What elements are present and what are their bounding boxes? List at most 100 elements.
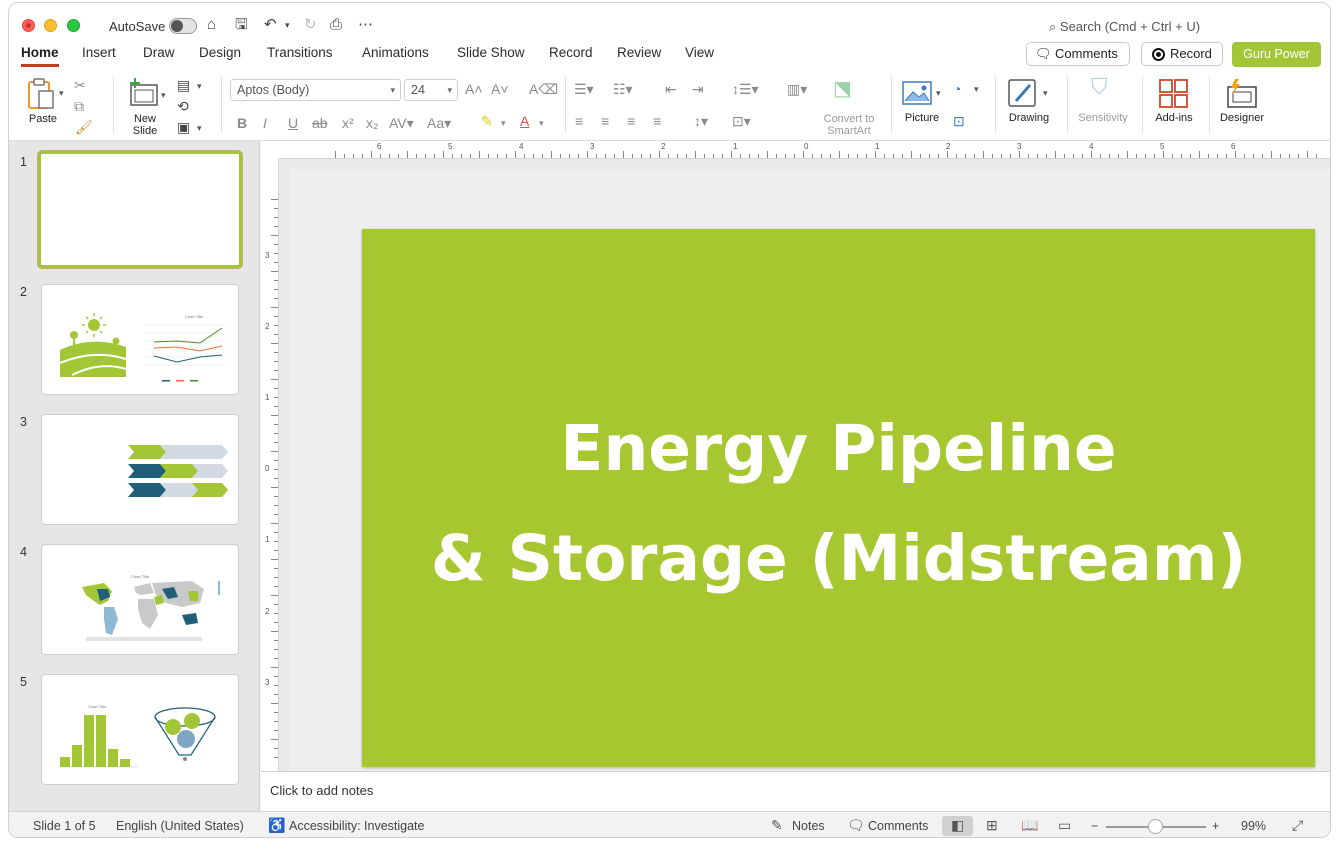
record-button[interactable]: Record bbox=[1141, 42, 1223, 66]
underline-icon[interactable]: U bbox=[288, 115, 298, 131]
redo-icon[interactable]: ↻ bbox=[304, 15, 317, 35]
notes-pane[interactable]: Click to add notes bbox=[261, 771, 1330, 811]
autosave-toggle[interactable] bbox=[169, 18, 197, 34]
strikethrough-icon[interactable]: ab bbox=[312, 115, 328, 131]
slide-thumbnail-5[interactable]: Chart Title bbox=[41, 674, 239, 785]
slide-thumbnail-4[interactable]: Chart Title bbox=[41, 544, 239, 655]
notes-icon[interactable]: ✎ bbox=[771, 817, 783, 834]
save-icon[interactable]: 🖫 bbox=[235, 15, 248, 35]
minimize-window-button[interactable] bbox=[44, 19, 57, 32]
align-center-icon[interactable]: ≡ bbox=[601, 113, 609, 129]
align-text-icon[interactable]: ⊡▾ bbox=[732, 113, 751, 129]
tab-review[interactable]: Review bbox=[617, 45, 661, 64]
italic-icon[interactable]: I bbox=[263, 115, 267, 131]
highlight-icon[interactable]: ✎ bbox=[481, 113, 493, 129]
copy-icon[interactable]: ⧉ bbox=[74, 98, 84, 114]
tab-view[interactable]: View bbox=[685, 45, 714, 64]
guru-power-button[interactable]: Guru Power bbox=[1232, 42, 1321, 67]
increase-indent-icon[interactable]: ⇥ bbox=[692, 81, 704, 97]
undo-dropdown-icon[interactable]: ▾ bbox=[285, 15, 290, 35]
tab-record[interactable]: Record bbox=[549, 45, 593, 64]
change-case-icon[interactable]: Aa▾ bbox=[427, 115, 451, 131]
highlight-dropdown-icon[interactable]: ▾ bbox=[501, 115, 506, 131]
tab-design[interactable]: Design bbox=[199, 45, 241, 64]
reset-icon[interactable]: ⟲ bbox=[177, 98, 189, 114]
convert-smartart-button[interactable]: ⬔ Convert to SmartArt bbox=[819, 77, 879, 137]
paste-button[interactable]: Paste bbox=[23, 75, 63, 129]
superscript-icon[interactable]: x² bbox=[342, 115, 354, 131]
sensitivity-button[interactable]: ⛉ Sensitivity bbox=[1073, 76, 1133, 129]
decrease-font-icon[interactable]: A˅ bbox=[491, 81, 509, 97]
text-direction-icon[interactable]: ↕▾ bbox=[694, 113, 708, 129]
layout-dropdown-icon[interactable]: ▾ bbox=[197, 78, 202, 94]
more-icon[interactable]: ⋯ bbox=[358, 15, 373, 35]
font-name-combo[interactable]: Aptos (Body) ▾ bbox=[230, 79, 401, 101]
slide-thumbnail-3[interactable] bbox=[41, 414, 239, 525]
slide-thumbnail-2[interactable]: Chart Title bbox=[41, 284, 239, 395]
section-icon[interactable]: ▣ bbox=[177, 119, 190, 135]
increase-font-icon[interactable]: A˄ bbox=[465, 81, 483, 97]
accessibility-icon[interactable]: ♿ bbox=[268, 817, 285, 834]
bold-icon[interactable]: B bbox=[237, 115, 247, 131]
decrease-indent-icon[interactable]: ⇤ bbox=[665, 81, 677, 97]
fit-to-window-icon[interactable]: ⤢ bbox=[1292, 817, 1303, 834]
cut-icon[interactable]: ✂ bbox=[74, 77, 86, 93]
tab-draw[interactable]: Draw bbox=[143, 45, 175, 64]
comments-toggle[interactable]: Comments bbox=[868, 819, 928, 833]
bullets-icon[interactable]: ☰▾ bbox=[574, 81, 594, 97]
designer-button[interactable]: Designer bbox=[1215, 77, 1269, 129]
add-ins-button[interactable]: Add-ins bbox=[1149, 77, 1199, 129]
slide-title[interactable]: Energy Pipeline & Storage (Midstream) bbox=[362, 394, 1315, 614]
tab-insert[interactable]: Insert bbox=[82, 45, 116, 64]
notes-toggle[interactable]: Notes bbox=[792, 819, 825, 833]
zoom-window-button[interactable] bbox=[67, 19, 80, 32]
slide-thumbnail-1[interactable] bbox=[38, 151, 242, 268]
accessibility-status[interactable]: Accessibility: Investigate bbox=[289, 819, 424, 833]
comments-button[interactable]: 🗨 Comments bbox=[1026, 42, 1130, 66]
new-slide-dropdown-icon[interactable]: ▾ bbox=[161, 87, 166, 103]
presenter-view-icon[interactable]: ▭ bbox=[1058, 817, 1071, 834]
zoom-in-button[interactable]: + bbox=[1212, 819, 1219, 833]
tab-animations[interactable]: Animations bbox=[362, 45, 429, 64]
align-left-icon[interactable]: ≡ bbox=[575, 113, 583, 129]
character-spacing-icon[interactable]: AV▾ bbox=[389, 115, 414, 131]
home-icon[interactable]: ⌂ bbox=[207, 15, 216, 35]
tab-transitions[interactable]: Transitions bbox=[267, 45, 333, 64]
zoom-level[interactable]: 99% bbox=[1241, 819, 1266, 833]
horizontal-ruler[interactable]: 6 5 4 3 2 1 0 1 2 3 4 5 6 bbox=[279, 141, 1330, 159]
slide-sorter-icon[interactable]: ⊞ bbox=[986, 817, 998, 834]
comment-icon[interactable]: 🗨 bbox=[847, 817, 865, 834]
close-window-button[interactable] bbox=[22, 19, 35, 32]
slide-thumbnails-panel[interactable]: 1 2 Chart Title 3 4 Chart Title 5 Chart … bbox=[9, 141, 260, 811]
new-slide-button[interactable]: New Slide bbox=[125, 75, 171, 137]
text-box-icon[interactable]: ⊡ bbox=[953, 113, 965, 129]
font-size-combo[interactable]: 24 ▾ bbox=[404, 79, 458, 101]
subscript-icon[interactable]: x₂ bbox=[366, 115, 378, 131]
search-box[interactable]: ⌕ Search (Cmd + Ctrl + U) bbox=[1049, 19, 1200, 35]
drawing-dropdown-icon[interactable]: ▾ bbox=[1043, 85, 1048, 101]
tab-home[interactable]: Home bbox=[21, 45, 59, 67]
clear-formatting-icon[interactable]: A⌫ bbox=[529, 81, 558, 97]
line-spacing-icon[interactable]: ↕☰▾ bbox=[732, 81, 759, 97]
zoom-slider-handle[interactable] bbox=[1148, 819, 1163, 834]
format-painter-icon[interactable]: 🖌 bbox=[75, 119, 93, 135]
layout-icon[interactable]: ▤ bbox=[177, 77, 190, 93]
reading-view-icon[interactable]: 📖 bbox=[1021, 817, 1038, 834]
zoom-out-button[interactable]: − bbox=[1091, 819, 1098, 833]
vertical-ruler[interactable]: 3 2 1 0 1 2 3 bbox=[261, 159, 279, 771]
section-dropdown-icon[interactable]: ▾ bbox=[197, 120, 202, 136]
language-indicator[interactable]: English (United States) bbox=[116, 819, 244, 833]
undo-icon[interactable]: ↶ bbox=[264, 15, 277, 35]
picture-dropdown-icon[interactable]: ▾ bbox=[936, 85, 941, 101]
font-color-icon[interactable]: A bbox=[520, 113, 529, 129]
shapes-dropdown-icon[interactable]: ▾ bbox=[974, 81, 979, 97]
normal-view-icon[interactable]: ◧ bbox=[951, 817, 964, 834]
tab-slide-show[interactable]: Slide Show bbox=[457, 45, 525, 64]
columns-icon[interactable]: ▥▾ bbox=[787, 81, 807, 97]
current-slide[interactable]: Energy Pipeline & Storage (Midstream) bbox=[362, 229, 1315, 767]
paste-dropdown-icon[interactable]: ▾ bbox=[59, 85, 64, 101]
numbering-icon[interactable]: ☷▾ bbox=[613, 81, 633, 97]
justify-icon[interactable]: ≡ bbox=[653, 113, 661, 129]
save-as-icon[interactable]: ⎙ bbox=[330, 15, 342, 35]
align-right-icon[interactable]: ≡ bbox=[627, 113, 635, 129]
